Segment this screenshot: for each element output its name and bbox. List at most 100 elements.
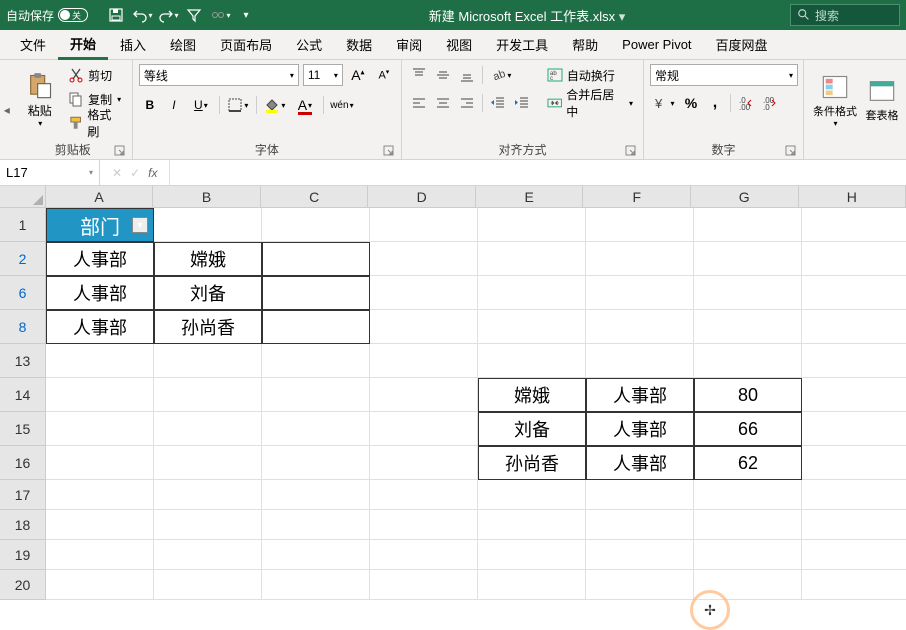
- cell-A19[interactable]: [46, 540, 154, 570]
- cell-F17[interactable]: [586, 480, 694, 510]
- tab-data[interactable]: 数据: [334, 30, 384, 60]
- cell-H15[interactable]: [802, 412, 906, 446]
- customize-qat-button[interactable]: ▾: [234, 3, 258, 27]
- cell-E1[interactable]: [478, 208, 586, 242]
- cell-A17[interactable]: [46, 480, 154, 510]
- cell-E14[interactable]: 嫦娥: [478, 378, 586, 412]
- cell-G8[interactable]: [694, 310, 802, 344]
- number-format-select[interactable]: 常规▾: [650, 64, 798, 86]
- tab-insert[interactable]: 插入: [108, 30, 158, 60]
- cell-H20[interactable]: [802, 570, 906, 600]
- redo-button[interactable]: ▾: [156, 3, 180, 27]
- formula-input[interactable]: [170, 160, 906, 185]
- cell-D1[interactable]: [370, 208, 478, 242]
- orientation-button[interactable]: ab▾: [487, 64, 515, 86]
- align-launcher[interactable]: [625, 145, 637, 157]
- cell-C19[interactable]: [262, 540, 370, 570]
- bold-button[interactable]: B: [139, 94, 161, 116]
- cell-G14[interactable]: 80: [694, 378, 802, 412]
- cell-E2[interactable]: [478, 242, 586, 276]
- cell-H8[interactable]: [802, 310, 906, 344]
- font-size-select[interactable]: 11▾: [303, 64, 343, 86]
- increase-font-button[interactable]: A▴: [347, 64, 369, 86]
- ribbon-scroll-left[interactable]: ◂: [0, 60, 14, 159]
- accept-formula-button[interactable]: ✓: [130, 166, 140, 180]
- conditional-format-button[interactable]: 条件格式▾: [810, 64, 860, 136]
- cell-F13[interactable]: [586, 344, 694, 378]
- decrease-indent-button[interactable]: [487, 92, 509, 114]
- cell-C14[interactable]: [262, 378, 370, 412]
- save-button[interactable]: [104, 3, 128, 27]
- row-header-20[interactable]: 20: [0, 570, 46, 600]
- cell-E20[interactable]: [478, 570, 586, 600]
- tab-help[interactable]: 帮助: [560, 30, 610, 60]
- col-header-D[interactable]: D: [368, 186, 476, 208]
- name-box[interactable]: L17▾: [0, 160, 100, 185]
- cell-C13[interactable]: [262, 344, 370, 378]
- cell-E19[interactable]: [478, 540, 586, 570]
- percent-button[interactable]: %: [680, 92, 702, 114]
- tab-baidu[interactable]: 百度网盘: [704, 30, 780, 60]
- cell-G17[interactable]: [694, 480, 802, 510]
- cell-D20[interactable]: [370, 570, 478, 600]
- cell-F18[interactable]: [586, 510, 694, 540]
- cell-A13[interactable]: [46, 344, 154, 378]
- cell-B6[interactable]: 刘备: [154, 276, 262, 310]
- cell-D13[interactable]: [370, 344, 478, 378]
- merge-center-button[interactable]: 合并后居中▾: [543, 92, 637, 114]
- cell-B8[interactable]: 孙尚香: [154, 310, 262, 344]
- cell-C15[interactable]: [262, 412, 370, 446]
- tab-dev[interactable]: 开发工具: [484, 30, 560, 60]
- cell-E18[interactable]: [478, 510, 586, 540]
- cell-A2[interactable]: 人事部: [46, 242, 154, 276]
- fx-button[interactable]: fx: [148, 166, 157, 180]
- cell-F8[interactable]: [586, 310, 694, 344]
- fill-color-button[interactable]: ▾: [261, 94, 289, 116]
- font-color-button[interactable]: A▾: [291, 94, 319, 116]
- cell-G20[interactable]: [694, 570, 802, 600]
- cell-F16[interactable]: 人事部: [586, 446, 694, 480]
- cell-D19[interactable]: [370, 540, 478, 570]
- cell-E15[interactable]: 刘备: [478, 412, 586, 446]
- decrease-decimal-button[interactable]: .00.0: [759, 92, 781, 114]
- cell-B20[interactable]: [154, 570, 262, 600]
- tab-home[interactable]: 开始: [58, 30, 108, 60]
- cell-F2[interactable]: [586, 242, 694, 276]
- cell-A18[interactable]: [46, 510, 154, 540]
- row-header-16[interactable]: 16: [0, 446, 46, 480]
- cell-H14[interactable]: [802, 378, 906, 412]
- cell-H6[interactable]: [802, 276, 906, 310]
- italic-button[interactable]: I: [163, 94, 185, 116]
- cell-D8[interactable]: [370, 310, 478, 344]
- col-header-E[interactable]: E: [476, 186, 584, 208]
- cell-D6[interactable]: [370, 276, 478, 310]
- cell-C20[interactable]: [262, 570, 370, 600]
- increase-indent-button[interactable]: [511, 92, 533, 114]
- phonetic-button[interactable]: wén▾: [328, 94, 356, 116]
- align-center-button[interactable]: [432, 92, 454, 114]
- cell-D16[interactable]: [370, 446, 478, 480]
- cell-G19[interactable]: [694, 540, 802, 570]
- col-header-F[interactable]: F: [583, 186, 691, 208]
- border-button[interactable]: ▾: [224, 94, 252, 116]
- align-left-button[interactable]: [408, 92, 430, 114]
- align-middle-button[interactable]: [432, 64, 454, 86]
- tab-view[interactable]: 视图: [434, 30, 484, 60]
- decrease-font-button[interactable]: A▾: [373, 64, 395, 86]
- cell-F14[interactable]: 人事部: [586, 378, 694, 412]
- filter-dropdown-icon[interactable]: ▼: [132, 217, 148, 233]
- tab-review[interactable]: 审阅: [384, 30, 434, 60]
- cell-A1[interactable]: 部门▼: [46, 208, 154, 242]
- table-format-button[interactable]: 套表格: [864, 64, 900, 136]
- row-header-19[interactable]: 19: [0, 540, 46, 570]
- row-header-15[interactable]: 15: [0, 412, 46, 446]
- tab-draw[interactable]: 绘图: [158, 30, 208, 60]
- cell-G2[interactable]: [694, 242, 802, 276]
- cell-D17[interactable]: [370, 480, 478, 510]
- cell-F15[interactable]: 人事部: [586, 412, 694, 446]
- tab-layout[interactable]: 页面布局: [208, 30, 284, 60]
- row-header-13[interactable]: 13: [0, 344, 46, 378]
- cell-B2[interactable]: 嫦娥: [154, 242, 262, 276]
- touch-mode-button[interactable]: ▾: [208, 3, 232, 27]
- cell-H17[interactable]: [802, 480, 906, 510]
